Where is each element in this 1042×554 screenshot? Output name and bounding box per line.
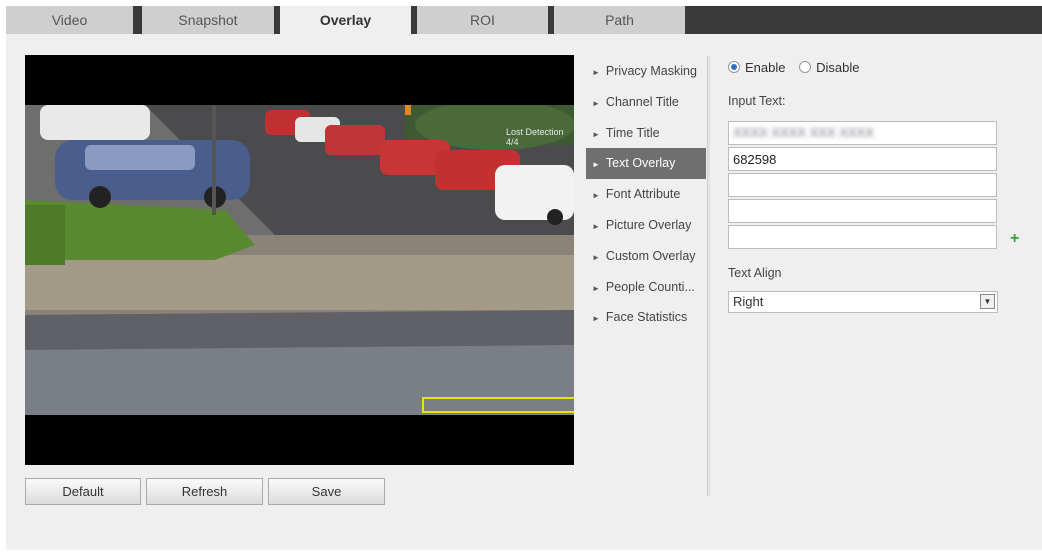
tab-divider xyxy=(411,6,416,34)
text-input-3[interactable] xyxy=(728,173,997,197)
arrow-right-icon: ► xyxy=(592,68,600,77)
arrow-right-icon: ► xyxy=(592,314,600,324)
arrow-right-icon: ► xyxy=(592,160,600,170)
tab-roi[interactable]: ROI xyxy=(417,6,548,34)
tab-divider xyxy=(548,6,553,34)
menu-divider xyxy=(707,56,710,496)
arrow-right-icon: ► xyxy=(592,221,600,231)
tab-divider xyxy=(274,6,279,34)
menu-item-label: Face Statistics xyxy=(605,310,688,325)
tab-divider xyxy=(135,6,140,34)
tab-bar: Video Snapshot Overlay ROI Path xyxy=(6,6,1042,36)
text-overlay-region[interactable] xyxy=(422,397,574,413)
text-input-5[interactable] xyxy=(728,225,997,249)
menu-item-label: Font Attribute xyxy=(605,187,681,202)
refresh-button[interactable]: Refresh xyxy=(146,478,263,505)
arrow-right-icon: ► xyxy=(592,98,600,108)
text-align-label: Text Align xyxy=(728,266,782,280)
disable-radio-label: Disable xyxy=(816,60,860,75)
tab-overlay[interactable]: Overlay xyxy=(280,6,411,36)
menu-item-label: Channel Title xyxy=(605,94,679,109)
arrow-right-icon: ► xyxy=(592,283,600,293)
arrow-right-icon: ► xyxy=(592,129,600,139)
arrow-right-icon: ► xyxy=(592,252,600,262)
text-input-4[interactable] xyxy=(728,199,997,223)
menu-item-label: Text Overlay xyxy=(605,156,676,171)
enable-radio-group: Enable Disable xyxy=(728,60,869,75)
camera-scene-image xyxy=(25,105,574,415)
menu-item-custom-overlay[interactable]: ► Custom Overlay xyxy=(586,241,706,272)
arrow-right-icon: ► xyxy=(592,191,600,201)
add-line-icon[interactable]: + xyxy=(1010,230,1019,248)
menu-item-label: Time Title xyxy=(605,125,660,140)
redacted-text: XXXX XXXX XXX XXXX xyxy=(733,125,874,140)
text-align-value: Right xyxy=(733,294,764,309)
menu-item-label: People Counti... xyxy=(605,279,695,294)
menu-item-font-attribute[interactable]: ► Font Attribute xyxy=(586,179,706,210)
menu-item-picture-overlay[interactable]: ► Picture Overlay xyxy=(586,210,706,241)
menu-item-channel-title[interactable]: ► Channel Title xyxy=(586,87,706,118)
menu-item-label: Picture Overlay xyxy=(605,217,692,232)
enable-radio[interactable] xyxy=(728,61,740,73)
default-button[interactable]: Default xyxy=(25,478,141,505)
enable-radio-label: Enable xyxy=(745,60,786,75)
text-align-select[interactable]: Right ▼ xyxy=(728,291,998,313)
menu-item-face-statistics[interactable]: ► Face Statistics xyxy=(586,302,706,333)
text-input-1[interactable]: XXXX XXXX XXX XXXX xyxy=(728,121,997,145)
tab-snapshot[interactable]: Snapshot xyxy=(142,6,274,34)
overlay-type-menu: ► Privacy Masking ► Channel Title ► Time Ti… xyxy=(586,56,706,333)
menu-item-label: Privacy Masking xyxy=(605,64,697,78)
menu-item-privacy-masking[interactable]: ► Privacy Masking xyxy=(586,56,706,87)
chevron-down-icon[interactable]: ▼ xyxy=(980,294,995,309)
input-text-label: Input Text: xyxy=(728,94,786,108)
disable-radio[interactable] xyxy=(799,61,812,73)
tab-video[interactable]: Video xyxy=(6,6,133,34)
channel-title-overlay-text: Lost Detection 4/4 xyxy=(506,127,564,147)
menu-item-label: Custom Overlay xyxy=(605,248,696,263)
menu-item-time-title[interactable]: ► Time Title xyxy=(586,118,706,149)
menu-item-text-overlay[interactable]: ► Text Overlay xyxy=(586,148,706,180)
menu-item-people-counting[interactable]: ► People Counti... xyxy=(586,272,706,303)
save-button[interactable]: Save xyxy=(268,478,385,505)
text-input-2[interactable] xyxy=(728,147,997,171)
tab-path[interactable]: Path xyxy=(554,6,685,34)
video-preview[interactable]: Lost Detection 4/4 xyxy=(25,55,574,465)
